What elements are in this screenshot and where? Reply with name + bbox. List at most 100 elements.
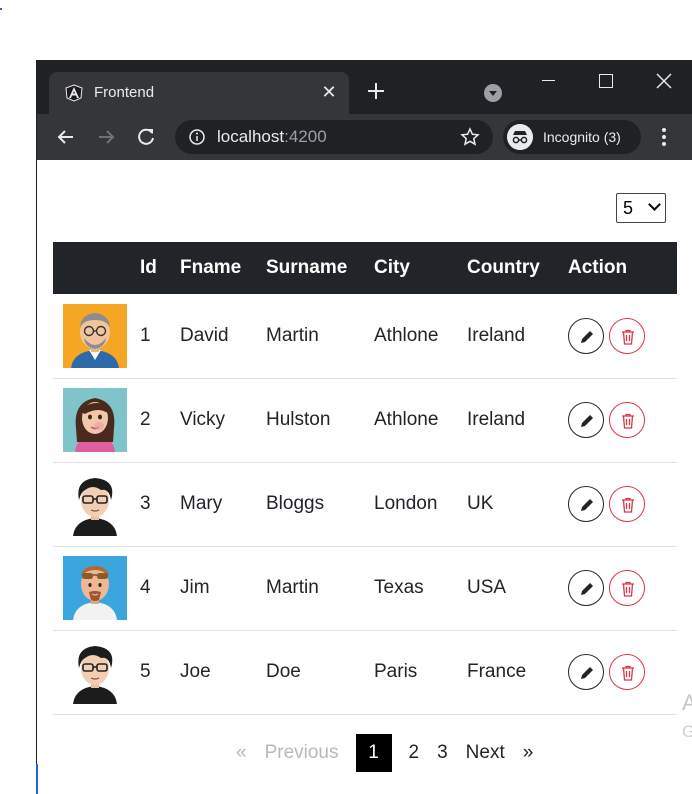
cell-fname: Vicky [180,409,226,430]
cell-surname: Martin [266,324,319,346]
trash-icon [622,413,634,429]
page-content: 5 Id Fname Surname City Country Action 1… [37,160,692,794]
first-page-link[interactable]: « [227,734,256,772]
angular-icon [65,84,83,102]
previous-page-link[interactable]: Previous [256,734,348,772]
tab-search-icon[interactable] [484,84,502,102]
forward-arrow-icon[interactable] [93,124,119,150]
cell-country: France [467,661,527,682]
page-link-3[interactable]: 3 [428,734,457,772]
cell-actions [568,546,677,630]
pencil-icon [581,499,593,511]
cell-city: London [374,493,438,514]
screen-edge-mark [0,8,2,10]
info-icon[interactable] [189,129,205,145]
edit-button[interactable] [568,654,604,690]
trash-icon [622,497,634,513]
pencil-icon [581,583,593,595]
browser-toolbar: localhost:4200 Incognito (3) [37,114,692,160]
man-glasses-avatar [63,303,127,368]
man-sunglasses-avatar [63,556,127,620]
last-page-link[interactable]: » [514,734,543,772]
bookmark-star-icon[interactable] [460,127,480,147]
cell-surname: Doe [266,661,301,682]
cell-actions [568,294,677,378]
table-row: 3 Mary Bloggs London UK [53,462,677,546]
delete-button[interactable] [609,486,645,522]
edit-button[interactable] [568,570,604,606]
tab-frontend[interactable]: Frontend ✕ [49,72,349,114]
users-table: Id Fname Surname City Country Action 1 D… [53,242,677,715]
back-arrow-icon[interactable] [53,124,79,150]
pencil-icon [581,667,593,679]
cell-surname: Bloggs [266,493,325,514]
background-text-fragment-2: G [682,722,692,741]
tab-bar: Frontend ✕ [37,60,692,114]
cell-country: USA [467,577,507,598]
table-row: 2 Vicky Hulston Athlone Ireland [53,378,677,462]
table-row: 4 Jim Martin Texas USA [53,546,677,630]
cell-id: 2 [140,409,151,430]
cell-id: 3 [140,493,151,514]
delete-button[interactable] [609,317,645,354]
cell-actions [568,378,677,462]
reload-icon[interactable] [133,124,159,150]
trash-icon [622,665,634,681]
minimize-button[interactable] [531,68,565,94]
page-link-2[interactable]: 2 [400,734,429,772]
page-link-1[interactable]: 1 [355,734,392,772]
cell-fname: Mary [180,493,223,514]
browser-window: Frontend ✕ localhost:4200 Incognito (3) … [36,60,692,794]
cell-country: Ireland [467,324,526,346]
url-port: :4200 [284,127,327,146]
address-bar[interactable]: localhost:4200 [175,120,493,154]
screen-edge-mark-bottom [36,764,38,794]
delete-button[interactable] [609,570,645,606]
table-header: Id Fname Surname City Country Action [53,242,677,294]
cell-surname: Hulston [266,409,331,430]
trash-icon [622,581,634,597]
window-close-icon[interactable] [647,68,681,94]
cell-city: Paris [374,661,418,682]
background-text-fragment: A [682,690,692,715]
cell-id: 1 [140,324,151,346]
cell-fname: Joe [180,661,211,682]
tab-title: Frontend [94,84,155,101]
new-tab-icon[interactable] [365,80,387,102]
cell-fname: Jim [180,577,210,598]
cell-city: Texas [374,577,424,598]
cell-actions [568,630,677,714]
woman-avatar [63,388,127,452]
delete-button[interactable] [609,402,645,438]
delete-button[interactable] [609,654,645,690]
table-row: 5 Joe Doe Paris France [53,630,677,714]
incognito-label: Incognito (3) [543,129,621,145]
pencil-icon [581,415,593,427]
cell-city: Athlone [374,324,439,346]
incognito-profile-button[interactable]: Incognito (3) [503,120,641,154]
header-surname: Surname [266,257,348,278]
cell-id: 5 [140,661,151,682]
close-tab-icon[interactable]: ✕ [319,80,339,104]
header-avatar [53,242,140,294]
header-country: Country [467,257,540,278]
header-action: Action [568,257,628,278]
cell-country: Ireland [467,409,526,430]
page-size-select[interactable]: 5 [616,193,666,223]
cell-id: 4 [140,577,151,598]
cell-surname: Martin [266,577,319,598]
pagination: « Previous 1 2 3 Next » [227,734,542,772]
edit-button[interactable] [568,317,604,354]
cell-actions [568,462,677,546]
url-host: localhost [217,127,285,146]
cell-city: Athlone [374,409,439,430]
url-text: localhost:4200 [217,128,327,146]
table-row: 1 David Martin Athlone Ireland [53,294,677,378]
next-page-link[interactable]: Next [457,734,514,772]
maximize-button[interactable] [589,68,623,94]
man-dark-hair-glasses-avatar [63,640,127,704]
chevron-down-icon [648,198,661,211]
edit-button[interactable] [568,486,604,522]
more-menu-icon[interactable] [659,126,669,148]
edit-button[interactable] [568,402,604,438]
